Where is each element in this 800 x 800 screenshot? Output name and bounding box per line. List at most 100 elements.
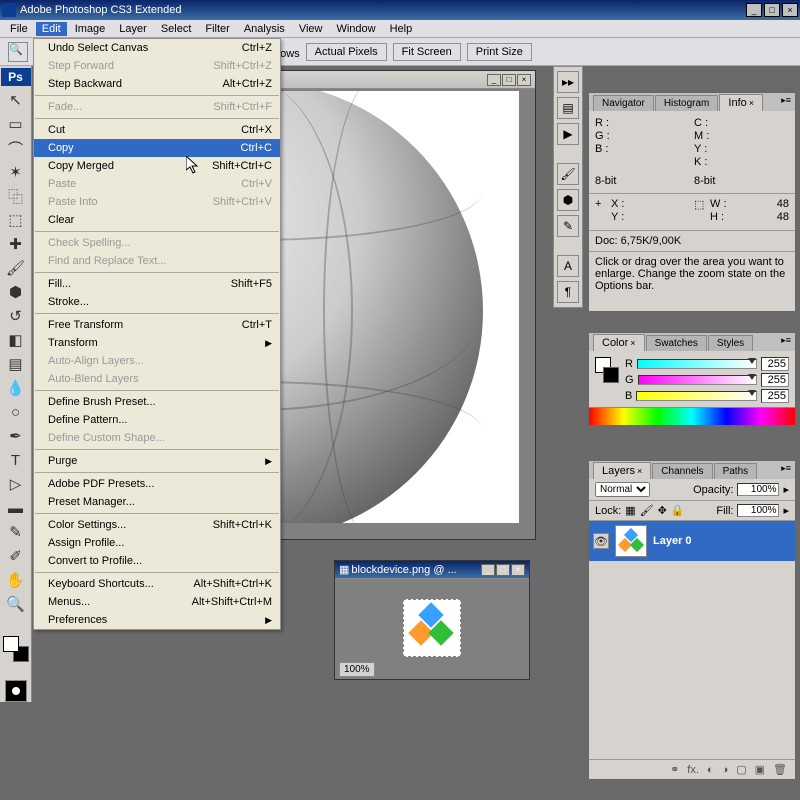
g-value[interactable]: 255: [761, 373, 789, 387]
pen-tool[interactable]: ✒: [4, 424, 28, 448]
close-button[interactable]: ×: [782, 3, 798, 17]
menu-item-free-transform[interactable]: Free TransformCtrl+T: [34, 316, 280, 334]
wand-tool[interactable]: ✶: [4, 160, 28, 184]
trash-icon[interactable]: 🗑: [773, 763, 787, 776]
menu-layer[interactable]: Layer: [113, 22, 153, 36]
blur-tool[interactable]: 💧: [4, 376, 28, 400]
zoom-tool[interactable]: 🔍: [4, 592, 28, 616]
marquee-tool[interactable]: ▭: [4, 112, 28, 136]
layer-name[interactable]: Layer 0: [653, 535, 692, 547]
tab-color[interactable]: Color×: [593, 334, 645, 351]
menu-filter[interactable]: Filter: [199, 22, 235, 36]
menu-item-cut[interactable]: CutCtrl+X: [34, 121, 280, 139]
lock-all-icon[interactable]: 🔒: [671, 504, 685, 517]
hand-tool[interactable]: ✋: [4, 568, 28, 592]
menu-item-step-backward[interactable]: Step BackwardAlt+Ctrl+Z: [34, 75, 280, 93]
notes-tool[interactable]: ✎: [4, 520, 28, 544]
menu-edit[interactable]: Edit: [36, 22, 67, 36]
b-slider[interactable]: [636, 391, 757, 401]
folder-icon[interactable]: ▢: [736, 763, 746, 776]
menu-item-adobe-pdf-presets-[interactable]: Adobe PDF Presets...: [34, 475, 280, 493]
dock-para-icon[interactable]: ¶: [557, 281, 579, 303]
r-value[interactable]: 255: [761, 357, 789, 371]
eyedropper-tool[interactable]: ✐: [4, 544, 28, 568]
actual-pixels-button[interactable]: Actual Pixels: [306, 43, 387, 61]
menu-item-keyboard-shortcuts-[interactable]: Keyboard Shortcuts...Alt+Shift+Ctrl+K: [34, 575, 280, 593]
menu-view[interactable]: View: [293, 22, 329, 36]
menu-window[interactable]: Window: [330, 22, 381, 36]
lock-paint-icon[interactable]: 🖌: [640, 504, 654, 517]
menu-item-clear[interactable]: Clear: [34, 211, 280, 229]
brush-tool[interactable]: 🖌: [4, 256, 28, 280]
gradient-tool[interactable]: ▤: [4, 352, 28, 376]
tab-navigator[interactable]: Navigator: [593, 95, 654, 111]
tab-swatches[interactable]: Swatches: [646, 335, 707, 351]
color-panel-menu[interactable]: ▸≡: [781, 335, 791, 346]
menu-item-undo-select-canvas[interactable]: Undo Select CanvasCtrl+Z: [34, 39, 280, 57]
eraser-tool[interactable]: ◧: [4, 328, 28, 352]
menu-item-define-brush-preset-[interactable]: Define Brush Preset...: [34, 393, 280, 411]
visibility-icon[interactable]: 👁: [593, 533, 609, 549]
menu-analysis[interactable]: Analysis: [238, 22, 291, 36]
link-icon[interactable]: ⚭: [670, 763, 679, 776]
menu-item-stroke-[interactable]: Stroke...: [34, 293, 280, 311]
layer-row[interactable]: 👁 Layer 0: [589, 521, 795, 561]
menu-item-preferences[interactable]: Preferences▶: [34, 611, 280, 629]
doc-close[interactable]: ×: [517, 74, 531, 86]
panel-menu-icon[interactable]: ▸≡: [781, 95, 791, 106]
opacity-input[interactable]: 100%: [737, 483, 779, 496]
color-swatches[interactable]: [3, 636, 29, 662]
type-tool[interactable]: T: [4, 448, 28, 472]
dock-expand-icon[interactable]: ▸▸: [557, 71, 579, 93]
blend-mode-select[interactable]: Normal: [595, 482, 650, 497]
menu-item-menus-[interactable]: Menus...Alt+Shift+Ctrl+M: [34, 593, 280, 611]
zoom-level[interactable]: 100%: [339, 662, 375, 677]
tab-channels[interactable]: Channels: [652, 463, 712, 479]
menu-item-define-pattern-[interactable]: Define Pattern...: [34, 411, 280, 429]
menu-select[interactable]: Select: [155, 22, 198, 36]
stamp-tool[interactable]: ⬢: [4, 280, 28, 304]
doc-minimize[interactable]: _: [487, 74, 501, 86]
dodge-tool[interactable]: ○: [4, 400, 28, 424]
layers-panel-menu[interactable]: ▸≡: [781, 463, 791, 474]
maximize-button[interactable]: □: [764, 3, 780, 17]
menu-item-color-settings-[interactable]: Color Settings...Shift+Ctrl+K: [34, 516, 280, 534]
shape-tool[interactable]: ▬: [4, 496, 28, 520]
menu-item-purge[interactable]: Purge▶: [34, 452, 280, 470]
adjustment-icon[interactable]: ◑: [722, 764, 729, 776]
menu-item-transform[interactable]: Transform▶: [34, 334, 280, 352]
menu-item-convert-to-profile-[interactable]: Convert to Profile...: [34, 552, 280, 570]
dock-clone-icon[interactable]: ⬢: [557, 189, 579, 211]
slice-tool[interactable]: ⬚: [4, 208, 28, 232]
canvas-2[interactable]: [403, 599, 461, 657]
dock-nav-icon[interactable]: ▤: [557, 97, 579, 119]
tab-info[interactable]: Info×: [719, 94, 763, 111]
menu-item-preset-manager-[interactable]: Preset Manager...: [34, 493, 280, 511]
path-tool[interactable]: ▷: [4, 472, 28, 496]
menu-item-copy[interactable]: CopyCtrl+C: [34, 139, 280, 157]
tab-histogram[interactable]: Histogram: [655, 95, 719, 111]
menu-item-copy-merged[interactable]: Copy MergedShift+Ctrl+C: [34, 157, 280, 175]
new-layer-icon[interactable]: ▣: [755, 763, 765, 776]
fill-input[interactable]: 100%: [737, 504, 779, 517]
history-brush-tool[interactable]: ↺: [4, 304, 28, 328]
color-bg-swatch[interactable]: [603, 367, 619, 383]
heal-tool[interactable]: ✚: [4, 232, 28, 256]
tab-styles[interactable]: Styles: [708, 335, 753, 351]
menu-item-assign-profile-[interactable]: Assign Profile...: [34, 534, 280, 552]
doc2-close[interactable]: ×: [511, 564, 525, 576]
doc2-maximize[interactable]: □: [496, 564, 510, 576]
menu-item-fill-[interactable]: Fill...Shift+F5: [34, 275, 280, 293]
minimize-button[interactable]: _: [746, 3, 762, 17]
fit-screen-button[interactable]: Fit Screen: [393, 43, 461, 61]
lasso-tool[interactable]: ⌒: [4, 136, 28, 160]
dock-play-icon[interactable]: ▶: [557, 123, 579, 145]
print-size-button[interactable]: Print Size: [467, 43, 532, 61]
g-slider[interactable]: [638, 375, 757, 385]
move-tool[interactable]: ↖: [4, 88, 28, 112]
fx-icon[interactable]: fx.: [687, 764, 699, 776]
dock-brush-icon[interactable]: 🖌: [557, 163, 579, 185]
quickmask-toggle[interactable]: [5, 680, 27, 702]
toolbox-header[interactable]: Ps: [1, 68, 31, 86]
tab-paths[interactable]: Paths: [714, 463, 758, 479]
